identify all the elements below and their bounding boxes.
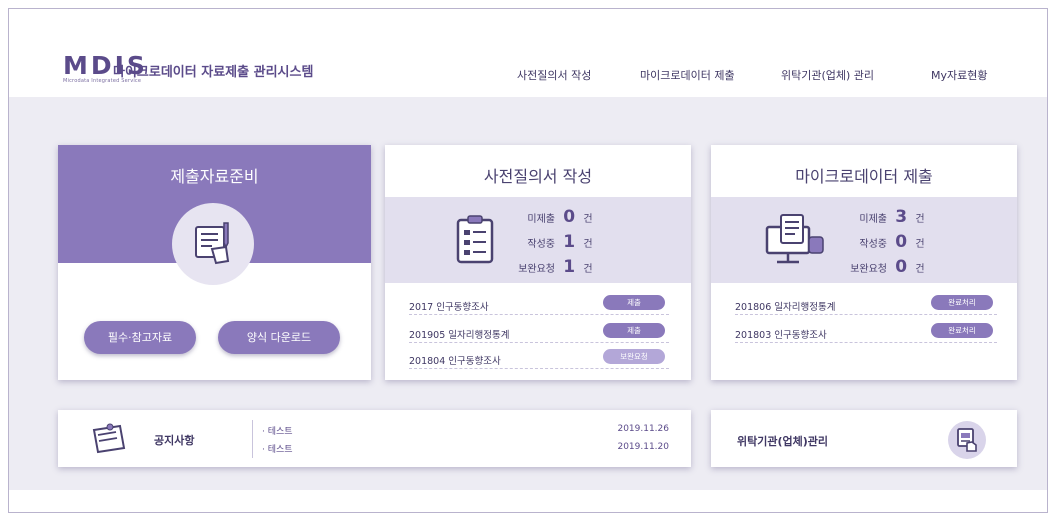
stat-in-progress: 작성중 1 건	[503, 232, 593, 252]
list-item-text: 201803 인구동향조사	[735, 330, 827, 341]
list-item[interactable]: 201803 인구동향조사 완료처리	[735, 321, 997, 343]
microdata-stats: 미제출 3 건 작성중 0 건 보완요청 0 건	[711, 197, 1017, 283]
list-item-text: 201905 일자리행정통계	[409, 330, 510, 341]
stat-unit: 건	[915, 239, 925, 250]
stat-not-submitted: 미제출 0 건	[503, 207, 593, 227]
notice-divider	[252, 420, 253, 458]
list-item-text: 2017 인구동향조사	[409, 302, 489, 313]
document-edit-icon	[195, 222, 230, 265]
stat-value: 0	[895, 232, 908, 252]
list-item-text: 201806 일자리행정통계	[735, 302, 836, 313]
stat-in-progress: 작성중 0 건	[835, 232, 925, 252]
checklist-icon	[456, 215, 494, 264]
submit-badge[interactable]: 제출	[603, 323, 665, 338]
stat-label: 미제출	[859, 214, 887, 225]
prepare-icon-circle	[172, 203, 254, 285]
stat-unit: 건	[583, 214, 593, 225]
notice-item[interactable]: · 테스트	[262, 442, 293, 455]
stat-value: 3	[895, 207, 908, 227]
stat-value: 1	[563, 257, 576, 277]
stat-unit: 건	[583, 239, 593, 250]
notice-memo-icon	[92, 423, 126, 454]
stat-value: 1	[563, 232, 576, 252]
complete-badge[interactable]: 완료처리	[931, 323, 993, 338]
stat-revision-request: 보완요청 1 건	[503, 257, 593, 277]
notice-title[interactable]: 공지사항	[154, 432, 194, 448]
reference-button[interactable]: 필수·참고자료	[84, 321, 196, 354]
stat-label: 미제출	[527, 214, 555, 225]
consign-icon-circle[interactable]	[948, 421, 986, 459]
stat-unit: 건	[915, 264, 925, 275]
main-area: 제출자료준비 필수·참고자료 양식 다운로드 사전질의서 작성 미제출 0 건 …	[9, 97, 1047, 490]
list-item[interactable]: 2017 인구동향조사 제출	[409, 293, 669, 315]
system-title: 마이크로데이터 자료제출 관리시스템	[113, 65, 314, 80]
download-form-button[interactable]: 양식 다운로드	[218, 321, 340, 354]
questionnaire-stats: 미제출 0 건 작성중 1 건 보완요청 1 건	[385, 197, 691, 283]
stat-not-submitted: 미제출 3 건	[835, 207, 925, 227]
stat-unit: 건	[915, 214, 925, 225]
submit-badge[interactable]: 제출	[603, 295, 665, 310]
consign-title[interactable]: 위탁기관(업체)관리	[737, 433, 828, 449]
consign-card: 위탁기관(업체)관리	[711, 410, 1017, 467]
complete-badge[interactable]: 완료처리	[931, 295, 993, 310]
stat-revision-request: 보완요청 0 건	[835, 257, 925, 277]
monitor-data-icon	[765, 214, 824, 264]
questionnaire-title: 사전질의서 작성	[483, 167, 593, 186]
list-item[interactable]: 201806 일자리행정통계 완료처리	[735, 293, 997, 315]
nav-questionnaire[interactable]: 사전질의서 작성	[517, 67, 591, 83]
list-item[interactable]: 201905 일자리행정통계 제출	[409, 321, 669, 343]
stat-label: 보완요청	[518, 264, 555, 275]
questionnaire-card: 사전질의서 작성 미제출 0 건 작성중 1 건 보완요청 1 건 2017 인…	[385, 145, 691, 380]
notice-date: 2019.11.26	[617, 424, 669, 434]
nav-microdata-submit[interactable]: 마이크로데이터 제출	[640, 67, 735, 83]
list-item-text: 201804 인구동향조사	[409, 356, 501, 367]
stat-value: 0	[895, 257, 908, 277]
revision-badge[interactable]: 보완요청	[603, 349, 665, 364]
nav-my-status[interactable]: My자료현황	[931, 67, 987, 83]
microdata-card: 마이크로데이터 제출 미제출 3 건 작성중 0 건 보완요청 0 건 2018…	[711, 145, 1017, 380]
stat-label: 보완요청	[850, 264, 887, 275]
stat-value: 0	[563, 207, 576, 227]
page-frame: MDIS Microdata Integrated Service 마이크로데이…	[8, 8, 1048, 513]
notice-date: 2019.11.20	[617, 442, 669, 452]
stat-label: 작성중	[527, 239, 555, 250]
notice-item[interactable]: · 테스트	[262, 424, 293, 437]
nav-consign-manage[interactable]: 위탁기관(업체) 관리	[781, 67, 874, 83]
prepare-title: 제출자료준비	[170, 167, 259, 186]
notice-card: 공지사항 · 테스트 · 테스트 2019.11.26 2019.11.20	[58, 410, 691, 467]
stat-unit: 건	[583, 264, 593, 275]
prepare-card: 제출자료준비 필수·참고자료 양식 다운로드	[58, 145, 371, 380]
header: MDIS Microdata Integrated Service 마이크로데이…	[9, 9, 1047, 97]
microdata-title: 마이크로데이터 제출	[795, 167, 933, 186]
list-item[interactable]: 201804 인구동향조사 보완요청	[409, 347, 669, 369]
stat-label: 작성중	[859, 239, 887, 250]
consign-hand-icon	[957, 428, 977, 452]
